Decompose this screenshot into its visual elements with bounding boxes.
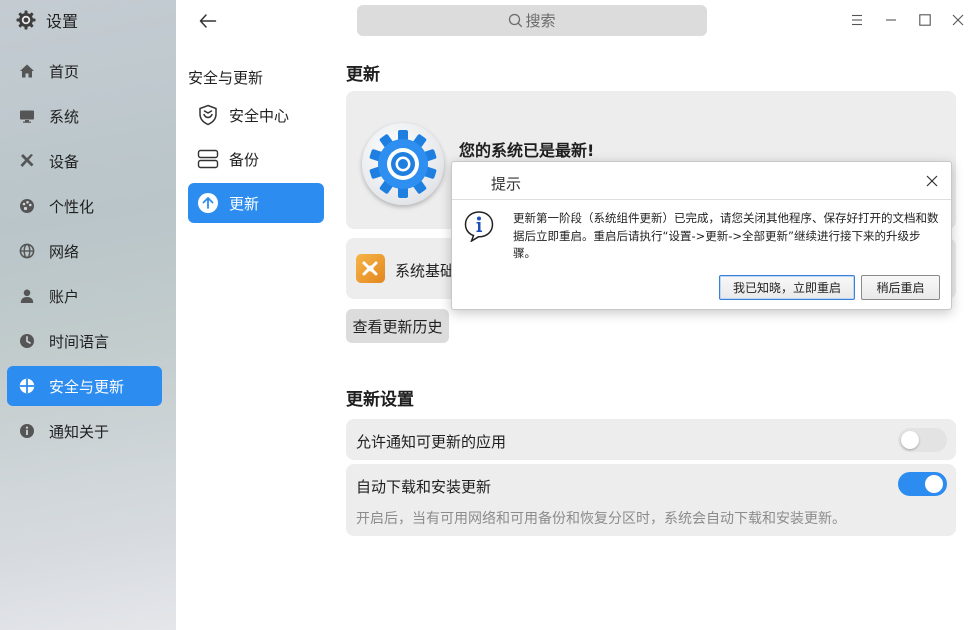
allow-notify-row: 允许通知可更新的应用 [346, 419, 956, 460]
allow-notify-label: 允许通知可更新的应用 [356, 433, 507, 451]
security-icon [18, 378, 35, 395]
upload-arrow-icon [197, 192, 219, 214]
restart-prompt-dialog: 提示 更新第一阶段（系统组件更新）已完成，请您关闭其他程序、保存好打开的文档和数… [451, 161, 952, 310]
tools-icon [18, 153, 35, 170]
info-bubble-icon [464, 211, 494, 242]
auto-download-description: 开启后，当有可用网络和可用备份和恢复分区时，系统会自动下载和安装更新。 [356, 511, 846, 527]
sidebar-item-label: 网络 [49, 242, 80, 261]
user-icon [18, 288, 35, 305]
close-icon [952, 14, 964, 26]
dialog-header: 提示 [452, 162, 951, 200]
allow-notify-toggle[interactable] [898, 428, 947, 452]
close-icon [926, 175, 938, 187]
dialog-message: 更新第一阶段（系统组件更新）已完成，请您关闭其他程序、保存好打开的文档和数据后立… [513, 211, 939, 260]
package-icon [356, 254, 385, 283]
maximize-icon [919, 14, 931, 26]
section-title: 安全与更新 [188, 69, 264, 87]
menu-button[interactable] [847, 10, 867, 30]
toggle-knob [901, 431, 919, 449]
sidebar-item-label: 时间语言 [49, 332, 110, 351]
sidebar-item-label: 安全与更新 [49, 377, 125, 396]
subnav-item-backup[interactable]: 备份 [188, 139, 324, 179]
dialog-title: 提示 [491, 175, 522, 193]
backup-icon [197, 148, 219, 170]
toggle-knob [925, 475, 943, 493]
subnav-item-update[interactable]: 更新 [188, 183, 324, 223]
subnav-label: 更新 [229, 194, 260, 213]
sidebar-item-devices[interactable]: 设备 [7, 141, 162, 181]
dialog-close-button[interactable] [922, 171, 942, 191]
subnav-label: 备份 [229, 150, 260, 169]
subnav-item-security-center[interactable]: 安全中心 [188, 95, 324, 135]
sidebar: 设置 首页 系统 设备 个性化 网络 账户 时间语言 安全与更新 通知关于 [0, 0, 176, 630]
sidebar-item-time-language[interactable]: 时间语言 [7, 321, 162, 361]
update-heading: 更新 [346, 65, 380, 85]
minimize-icon [886, 19, 896, 21]
restart-now-button[interactable]: 我已知晓，立即重启 [719, 275, 855, 300]
view-update-history-button[interactable]: 查看更新历史 [346, 309, 449, 343]
subnav-label: 安全中心 [229, 106, 290, 125]
sidebar-item-system[interactable]: 系统 [7, 96, 162, 136]
app-title-text: 设置 [46, 12, 79, 31]
maximize-button[interactable] [915, 10, 935, 30]
sidebar-item-accounts[interactable]: 账户 [7, 276, 162, 316]
sidebar-item-home[interactable]: 首页 [7, 51, 162, 91]
restart-later-button[interactable]: 稍后重启 [861, 275, 940, 300]
minimize-button[interactable] [881, 10, 901, 30]
sidebar-item-security-update[interactable]: 安全与更新 [7, 366, 162, 406]
home-icon [18, 63, 35, 80]
shield-icon [197, 104, 219, 126]
update-settings-heading: 更新设置 [346, 390, 414, 410]
clock-icon [18, 333, 35, 350]
back-button[interactable] [196, 10, 220, 32]
system-update-icon [362, 123, 444, 205]
sidebar-item-label: 账户 [49, 287, 80, 306]
app-title: 设置 [16, 9, 78, 31]
sidebar-item-network[interactable]: 网络 [7, 231, 162, 271]
monitor-icon [18, 108, 35, 125]
auto-download-toggle[interactable] [898, 472, 947, 496]
sidebar-item-label: 系统 [49, 107, 80, 126]
auto-download-label: 自动下载和安装更新 [356, 478, 492, 496]
search-placeholder: 搜索 [525, 12, 556, 30]
globe-icon [18, 243, 35, 260]
info-icon [18, 423, 35, 440]
hamburger-menu-icon [852, 14, 862, 26]
sidebar-item-notifications-about[interactable]: 通知关于 [7, 411, 162, 451]
sidebar-item-label: 通知关于 [49, 422, 110, 441]
search-icon [509, 13, 523, 28]
sidebar-nav: 首页 系统 设备 个性化 网络 账户 时间语言 安全与更新 通知关于 [7, 51, 162, 456]
package-name: 系统基础 [395, 262, 456, 280]
sidebar-item-label: 首页 [49, 62, 80, 81]
settings-gear-icon [16, 10, 36, 30]
update-status-text: 您的系统已是最新! [459, 141, 595, 160]
sidebar-item-label: 设备 [49, 152, 80, 171]
sidebar-item-label: 个性化 [49, 197, 95, 216]
arrow-left-icon [199, 14, 217, 28]
close-button[interactable] [948, 10, 968, 30]
sidebar-item-personalization[interactable]: 个性化 [7, 186, 162, 226]
search-input[interactable]: 搜索 [357, 5, 707, 36]
palette-icon [18, 198, 35, 215]
auto-download-row: 自动下载和安装更新 开启后，当有可用网络和可用备份和恢复分区时，系统会自动下载和… [346, 464, 956, 536]
